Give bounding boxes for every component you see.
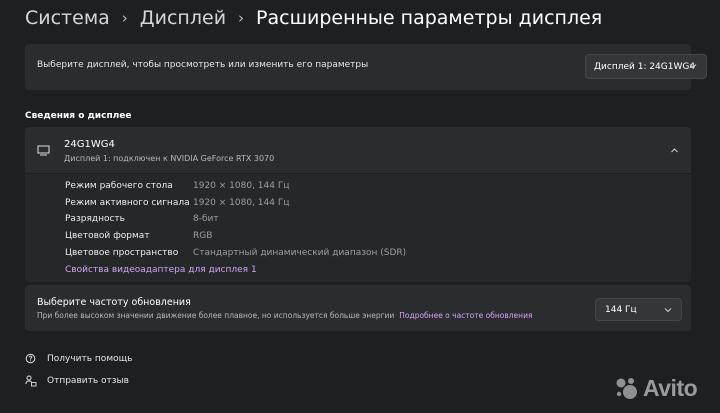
help-icon <box>25 353 36 364</box>
display-info-expander[interactable]: 24G1WG4 Дисплей 1: подключен к NVIDIA Ge… <box>25 127 691 173</box>
avito-wordmark: Avito <box>643 374 698 401</box>
spec-label-color-space: Цветовое пространство <box>65 248 179 258</box>
monitor-connection: Дисплей 1: подключен к NVIDIA GeForce RT… <box>64 154 275 163</box>
adapter-properties-link[interactable]: Свойства видеоадаптера для дисплея 1 <box>65 265 257 275</box>
refresh-rate-description-text: При более высоком значении движение боле… <box>37 311 395 320</box>
section-title-display-info: Сведения о дисплее <box>25 111 132 121</box>
chevron-down-icon <box>689 64 697 69</box>
spec-label-desktop-mode: Режим рабочего стола <box>65 181 173 191</box>
spec-label-bit-depth: Разрядность <box>65 214 125 224</box>
chevron-right-icon: › <box>238 9 245 27</box>
refresh-rate-dropdown[interactable]: 144 Гц <box>595 298 682 321</box>
send-feedback-link[interactable]: Отправить отзыв <box>25 375 129 387</box>
feedback-icon <box>25 375 37 387</box>
spec-value-color-space: Стандартный динамический диапазон (SDR) <box>193 248 407 258</box>
refresh-rate-title: Выберите частоту обновления <box>37 297 191 308</box>
monitor-icon <box>37 145 50 156</box>
chevron-down-icon <box>664 308 672 313</box>
breadcrumb-display[interactable]: Дисплей <box>140 7 226 29</box>
refresh-rate-value: 144 Гц <box>605 304 637 315</box>
display-info-details: Режим рабочего стола 1920 × 1080, 144 Гц… <box>25 174 691 282</box>
avito-watermark: Avito <box>612 374 698 402</box>
spec-value-color-format: RGB <box>193 231 213 241</box>
spec-value-bit-depth: 8-бит <box>193 214 219 224</box>
page-title: Расширенные параметры дисплея <box>256 7 603 29</box>
spec-value-desktop-mode: 1920 × 1080, 144 Гц <box>193 181 290 191</box>
breadcrumb-system[interactable]: Система <box>25 7 110 29</box>
get-help-link[interactable]: Получить помощь <box>25 353 132 365</box>
refresh-rate-description: При более высоком значении движение боле… <box>37 311 532 320</box>
display-select-prompt: Выберите дисплей, чтобы просмотреть или … <box>37 60 369 70</box>
breadcrumb: Система › Дисплей › Расширенные параметр… <box>25 5 602 31</box>
chevron-right-icon: › <box>121 9 128 27</box>
spec-value-signal-mode: 1920 × 1080, 144 Гц <box>193 198 290 208</box>
display-dropdown[interactable]: Дисплей 1: 24G1WG4 <box>585 54 707 79</box>
chevron-up-icon[interactable] <box>670 146 679 155</box>
send-feedback-label: Отправить отзыв <box>47 376 129 386</box>
spec-label-signal-mode: Режим активного сигнала <box>65 198 190 208</box>
display-select-card: Выберите дисплей, чтобы просмотреть или … <box>25 44 707 90</box>
avito-logo <box>616 378 637 399</box>
get-help-label: Получить помощь <box>47 354 133 364</box>
display-dropdown-value: Дисплей 1: 24G1WG4 <box>594 61 696 72</box>
monitor-name: 24G1WG4 <box>64 139 115 150</box>
spec-label-color-format: Цветовой формат <box>65 231 150 241</box>
refresh-rate-learn-more-link[interactable]: Подробнее о частоте обновления <box>399 311 532 320</box>
refresh-rate-card: Выберите частоту обновления При более вы… <box>25 285 691 331</box>
